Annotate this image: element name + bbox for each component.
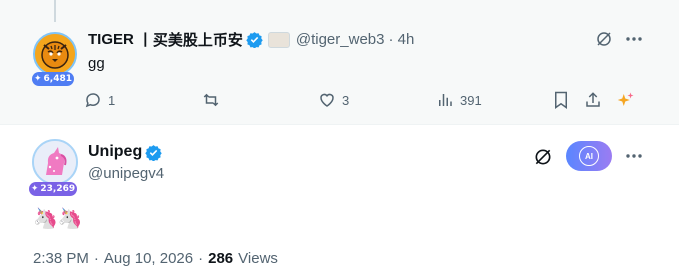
reply-header: TIGER 丨买美股上币安 @tiger_web3 · 4h <box>88 29 414 50</box>
post-time[interactable]: 2:38 PM <box>33 250 89 267</box>
like-button[interactable]: 3 <box>318 91 349 109</box>
reply-count: 1 <box>108 92 116 108</box>
repost-icon <box>203 93 219 107</box>
verified-badge-icon <box>246 32 263 48</box>
author-handle[interactable]: @unipegv4 <box>88 165 164 182</box>
reply-text: gg <box>88 55 105 72</box>
grok-cancel-icon[interactable] <box>532 146 554 168</box>
avatar-tiger[interactable] <box>33 32 77 76</box>
author-name[interactable]: Unipeg <box>88 143 142 161</box>
grok-ai-icon: AI <box>579 146 599 166</box>
like-count: 3 <box>342 92 350 108</box>
trophy-icon: ✦ <box>34 74 42 84</box>
unicorn-avatar-icon <box>34 141 76 183</box>
post-text: 🦄🦄 <box>33 206 83 230</box>
grok-cancel-icon[interactable] <box>594 29 614 49</box>
sparkle-icon[interactable] <box>617 91 635 109</box>
reply-button[interactable]: 1 <box>84 91 115 109</box>
bookmark-icon[interactable] <box>552 91 570 109</box>
follower-badge-tiger: ✦ 6,481 <box>32 72 74 86</box>
post-date[interactable]: Aug 10, 2026 <box>104 250 193 267</box>
reply-icon <box>85 93 100 108</box>
views-count: 391 <box>460 92 482 108</box>
thread-connector-line <box>54 0 56 22</box>
author-name-suffix[interactable]: 丨买美股上币安 <box>138 29 243 50</box>
views-chart-icon <box>439 94 452 106</box>
views-count: 286 <box>208 250 234 267</box>
affiliate-badge-icon[interactable] <box>267 31 290 48</box>
post-meta: 2:38 PM · Aug 10, 2026 · 286 Views <box>33 250 278 267</box>
more-options-icon[interactable] <box>624 29 644 49</box>
views-button[interactable]: 391 <box>436 91 482 109</box>
share-icon[interactable] <box>584 91 602 109</box>
post-author: Unipeg <box>88 143 162 161</box>
trophy-icon: ✦ <box>30 184 39 194</box>
badge-count: 6,481 <box>43 74 73 84</box>
follower-badge-unipeg: ✦ 23,269 <box>29 182 77 196</box>
post-time[interactable]: · 4h <box>388 31 414 48</box>
author-handle[interactable]: @tiger_web3 <box>296 31 385 48</box>
heart-icon <box>320 93 334 107</box>
author-name[interactable]: TIGER <box>88 31 134 48</box>
tweet-divider <box>0 124 679 125</box>
badge-count: 23,269 <box>40 184 76 194</box>
grok-ai-button[interactable]: AI <box>566 141 612 171</box>
verified-badge-icon <box>145 144 162 161</box>
more-options-icon[interactable] <box>624 146 644 166</box>
avatar-unipeg[interactable] <box>32 139 78 185</box>
tiger-face-icon <box>35 34 75 74</box>
views-label: Views <box>238 250 278 267</box>
repost-button[interactable] <box>201 91 227 109</box>
